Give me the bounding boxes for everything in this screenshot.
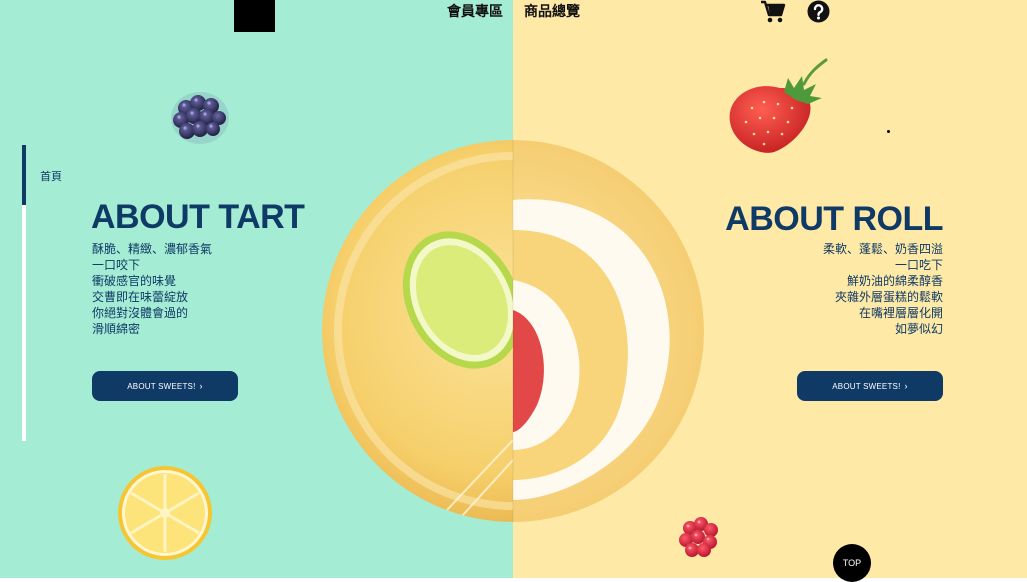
- roll-cta-label: ABOUT SWEETS!: [832, 381, 901, 391]
- tart-line: 一口咬下: [92, 258, 141, 272]
- help-icon[interactable]: [807, 0, 830, 23]
- roll-line: 在嘴裡層層化開: [858, 306, 943, 320]
- roll-about-sweets-button[interactable]: ABOUT SWEETS! ›: [797, 371, 943, 401]
- tart-description: 酥脆、精緻、濃郁香氣 一口咬下 衝破感官的味覺 交曹即在味蕾綻放 你絕對沒體會過…: [92, 241, 212, 337]
- roll-line: 一口吃下: [894, 258, 943, 272]
- tart-heading: ABOUT TART: [91, 198, 305, 236]
- lemon-slice-image: [118, 466, 212, 560]
- tart-cta-label: ABOUT SWEETS!: [127, 381, 196, 391]
- breadcrumb-home[interactable]: 首頁: [40, 168, 62, 184]
- tart-and-roll-illustration: [322, 140, 704, 522]
- tart-about-sweets-button[interactable]: ABOUT SWEETS! ›: [92, 371, 238, 401]
- roll-line: 如夢似幻: [894, 322, 943, 336]
- chevron-right-icon: ›: [904, 381, 908, 391]
- nav-products-link[interactable]: 商品總覽: [524, 1, 580, 21]
- back-to-top-button[interactable]: TOP: [833, 544, 871, 582]
- tart-line: 酥脆、精緻、濃郁香氣: [92, 242, 213, 256]
- nav-member-link[interactable]: 會員專區: [447, 1, 503, 21]
- roll-line: 夾雜外層蛋糕的鬆軟: [834, 290, 943, 304]
- tart-line: 交曹即在味蕾綻放: [92, 290, 189, 304]
- strawberry-image: [729, 58, 828, 153]
- roll-line: 鮮奶油的綿柔醇香: [846, 274, 943, 288]
- chevron-right-icon: ›: [199, 381, 203, 391]
- cart-icon[interactable]: [760, 0, 786, 24]
- scroll-progress-bar: [22, 145, 26, 441]
- tart-line: 衝破感官的味覺: [92, 274, 177, 288]
- roll-line: 柔軟、蓬鬆、奶香四溢: [822, 242, 943, 256]
- hero-cake-image: [322, 140, 704, 522]
- scroll-progress-indicator: [22, 145, 26, 205]
- raspberry-image: [679, 517, 718, 557]
- decor-dot: [887, 130, 890, 133]
- roll-description: 柔軟、蓬鬆、奶香四溢 一口吃下 鮮奶油的綿柔醇香 夾雜外層蛋糕的鬆軟 在嘴裡層層…: [823, 241, 943, 337]
- site-logo[interactable]: [234, 0, 275, 32]
- roll-heading: ABOUT ROLL: [725, 200, 943, 238]
- blackberry-image: [171, 92, 229, 144]
- tart-line: 你絕對沒體會過的: [92, 306, 189, 320]
- tart-line: 滑順綿密: [92, 322, 141, 336]
